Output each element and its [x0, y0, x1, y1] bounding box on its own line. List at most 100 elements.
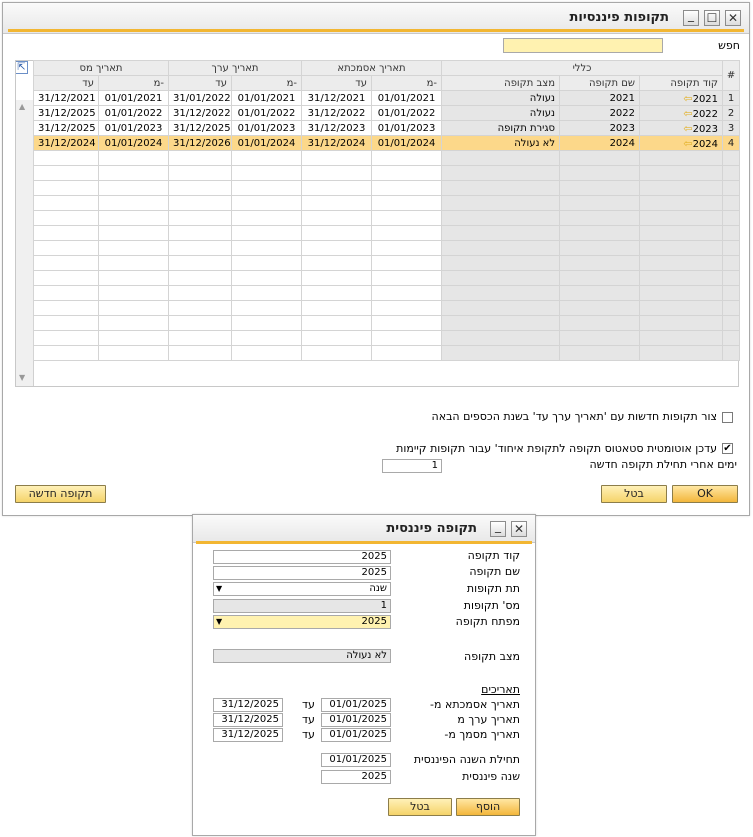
- empty-table-row[interactable]: [33, 210, 741, 226]
- empty-table-row[interactable]: [33, 345, 741, 361]
- table-cell[interactable]: ⇦2021: [639, 90, 724, 106]
- tax-from-header[interactable]: מ-: [98, 75, 169, 91]
- table-cell[interactable]: [301, 195, 372, 211]
- table-row[interactable]: 31/12/2021 01/01/2021 31/01/2022 01/01/2021…: [33, 90, 741, 106]
- table-cell[interactable]: [370, 270, 443, 286]
- table-cell[interactable]: [441, 285, 561, 301]
- table-cell[interactable]: [231, 165, 302, 181]
- cancel-button[interactable]: בטל: [601, 485, 667, 503]
- table-cell[interactable]: [168, 315, 232, 331]
- table-cell[interactable]: 31/12/2023: [301, 120, 372, 136]
- table-cell[interactable]: 31/12/2021: [301, 90, 372, 106]
- empty-table-row[interactable]: [33, 270, 741, 286]
- table-cell[interactable]: [559, 345, 641, 361]
- table-cell[interactable]: [33, 165, 99, 181]
- table-cell[interactable]: 31/12/2025: [33, 105, 99, 121]
- posting-date-from[interactable]: 01/01/2025: [321, 698, 391, 712]
- table-cell[interactable]: [639, 225, 724, 241]
- table-cell[interactable]: [98, 165, 169, 181]
- table-cell[interactable]: [33, 210, 99, 226]
- table-cell[interactable]: [441, 210, 561, 226]
- table-cell[interactable]: [301, 315, 372, 331]
- table-cell[interactable]: [168, 240, 232, 256]
- table-cell[interactable]: 31/12/2026: [168, 135, 232, 151]
- table-cell[interactable]: [559, 330, 641, 346]
- link-arrow-icon[interactable]: ⇦: [683, 92, 692, 105]
- table-cell[interactable]: [559, 270, 641, 286]
- table-cell[interactable]: [231, 315, 302, 331]
- table-cell[interactable]: [559, 165, 641, 181]
- table-cell[interactable]: [301, 240, 372, 256]
- empty-table-row[interactable]: [33, 240, 741, 256]
- table-cell[interactable]: ⇦2022: [639, 105, 724, 121]
- table-cell[interactable]: ⇦2024: [639, 135, 724, 151]
- table-cell[interactable]: [639, 180, 724, 196]
- table-cell[interactable]: [33, 225, 99, 241]
- table-cell[interactable]: [370, 210, 443, 226]
- table-cell[interactable]: [98, 270, 169, 286]
- table-cell[interactable]: [639, 165, 724, 181]
- table-cell[interactable]: 2022: [559, 105, 641, 121]
- table-cell[interactable]: [301, 285, 372, 301]
- maximize-icon[interactable]: ☐: [704, 10, 720, 26]
- table-cell[interactable]: [441, 330, 561, 346]
- table-cell[interactable]: [98, 210, 169, 226]
- table-cell[interactable]: 01/01/2023: [98, 120, 169, 136]
- minimize-icon[interactable]: _: [683, 9, 699, 26]
- table-cell[interactable]: [370, 345, 443, 361]
- ok-button[interactable]: OK: [672, 485, 738, 503]
- table-cell[interactable]: [168, 165, 232, 181]
- table-cell[interactable]: [559, 315, 641, 331]
- table-cell[interactable]: [168, 180, 232, 196]
- empty-table-row[interactable]: [33, 180, 741, 196]
- next-fy-checkbox[interactable]: [722, 412, 733, 423]
- table-cell[interactable]: [441, 240, 561, 256]
- table-cell[interactable]: נעולה: [441, 105, 561, 121]
- empty-table-row[interactable]: [33, 300, 741, 316]
- empty-table-row[interactable]: [33, 255, 741, 271]
- add-button[interactable]: הוסף: [456, 798, 520, 816]
- due-to-header[interactable]: עד: [168, 75, 232, 91]
- empty-table-row[interactable]: [33, 315, 741, 331]
- table-cell[interactable]: [370, 180, 443, 196]
- table-cell[interactable]: [559, 255, 641, 271]
- link-arrow-icon[interactable]: ⇦: [683, 122, 692, 135]
- period-name-field[interactable]: 2025: [213, 566, 391, 580]
- table-cell[interactable]: [98, 345, 169, 361]
- table-cell[interactable]: [33, 315, 99, 331]
- table-cell[interactable]: [168, 330, 232, 346]
- table-cell[interactable]: [559, 180, 641, 196]
- table-cell[interactable]: [98, 300, 169, 316]
- table-row[interactable]: 31/12/2025 01/01/2023 31/12/2025 01/01/2023…: [33, 120, 741, 136]
- doc-date-from[interactable]: 01/01/2025: [321, 728, 391, 742]
- posting-from-header[interactable]: מ-: [370, 75, 443, 91]
- table-cell[interactable]: [441, 315, 561, 331]
- table-cell[interactable]: 01/01/2021: [98, 90, 169, 106]
- new-period-button[interactable]: תקופה חדשה: [15, 485, 106, 503]
- table-cell[interactable]: [231, 330, 302, 346]
- table-cell[interactable]: [639, 300, 724, 316]
- table-cell[interactable]: [370, 285, 443, 301]
- fy-start-field[interactable]: 01/01/2025: [321, 753, 391, 767]
- table-row[interactable]: 31/12/2025 01/01/2022 31/12/2022 01/01/2022…: [33, 105, 741, 121]
- link-arrow-icon[interactable]: ⇦: [683, 137, 692, 150]
- table-cell[interactable]: 01/01/2023: [231, 120, 302, 136]
- auto-status-checkbox[interactable]: ✔: [722, 443, 733, 454]
- table-cell[interactable]: [301, 180, 372, 196]
- table-cell[interactable]: ⇦2023: [639, 120, 724, 136]
- table-cell[interactable]: 01/01/2021: [231, 90, 302, 106]
- table-cell[interactable]: 01/01/2022: [98, 105, 169, 121]
- table-cell[interactable]: [301, 345, 372, 361]
- table-cell[interactable]: [301, 255, 372, 271]
- empty-table-row[interactable]: [33, 150, 741, 166]
- due-date-from[interactable]: 01/01/2025: [321, 713, 391, 727]
- table-cell[interactable]: [370, 165, 443, 181]
- table-cell[interactable]: [98, 180, 169, 196]
- table-cell[interactable]: [301, 210, 372, 226]
- table-cell[interactable]: [33, 285, 99, 301]
- table-cell[interactable]: 31/12/2021: [33, 90, 99, 106]
- table-cell[interactable]: [231, 255, 302, 271]
- posting-date-to[interactable]: 31/12/2025: [213, 698, 283, 712]
- days-input[interactable]: 1: [382, 459, 442, 473]
- table-cell[interactable]: [441, 195, 561, 211]
